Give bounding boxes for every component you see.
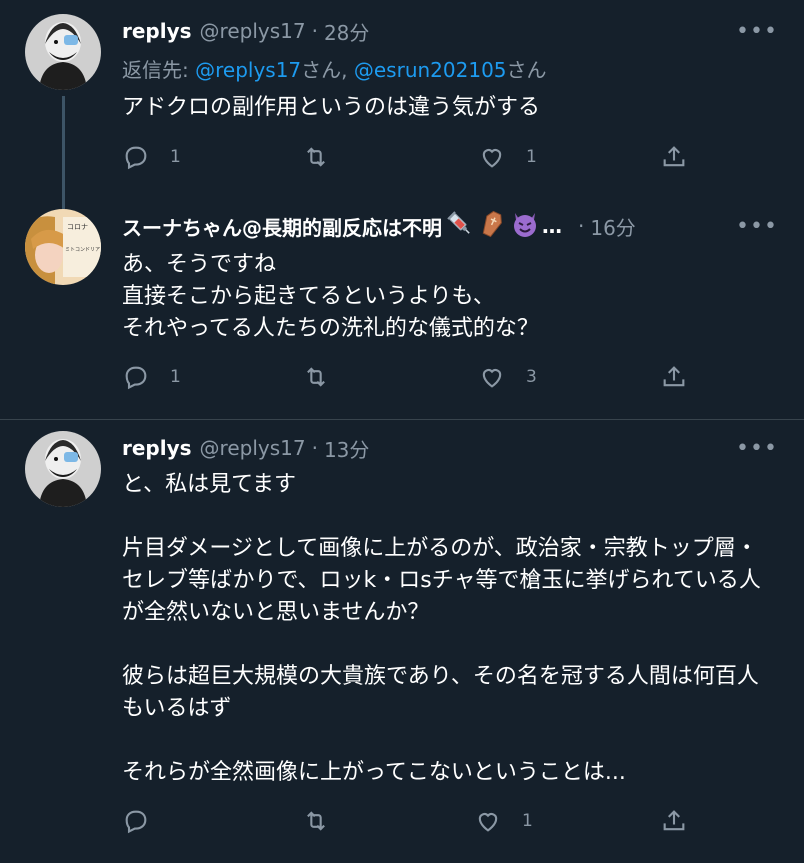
honorific: さん, [301,58,354,82]
display-name[interactable]: スーナちゃん@長期的副反応は不明 [122,212,442,241]
avatar-suna[interactable]: コロナ ミトコンドリア [25,209,101,285]
tweet-text: と、私は見てます 片目ダメージとして画像に上がるのが、政治家・宗教トップ層・セレ… [122,472,761,785]
like-icon [482,369,502,388]
share-button[interactable] [660,141,688,173]
reply-icon [125,366,147,390]
avatar-replys[interactable] [25,14,101,90]
share-icon [663,366,685,387]
like-button[interactable]: 1 [478,141,537,173]
avatar-caption: ミトコンドリア [65,247,100,253]
tweet-3[interactable]: replys @replys17 · 13分 ••• と、私は見てます 片目ダメ… [0,420,804,863]
syringe-icon [446,210,474,242]
retweet-icon [307,367,325,387]
like-count: 1 [526,147,537,167]
timestamp[interactable]: 16分 [590,212,635,241]
tweet-2[interactable]: コロナ ミトコンドリア スーナちゃん@長期的副反応は不明 … · 16分 •••… [0,195,804,420]
reply-to-line: 返信先: @replys17さん, @esrun202105さん [122,54,547,83]
share-button[interactable] [660,805,688,837]
tweet-header: replys @replys17 · 28分 [122,16,369,46]
devil-icon [510,209,540,243]
like-button[interactable]: 1 [474,805,533,837]
retweet-button[interactable] [302,141,350,173]
display-name[interactable]: replys [122,436,192,460]
tweet-actions: 1 1 [122,141,702,173]
tweet-text: アドクロの副作用というのは違う気がする [122,95,541,120]
separator-dot: · [578,214,585,238]
reply-count: 1 [170,367,181,387]
separator-dot: · [311,19,318,43]
user-handle[interactable]: @replys17 [200,19,306,43]
separator-dot: · [311,436,318,460]
name-ellipsis: … [542,214,562,238]
reply-button[interactable]: 1 [122,361,181,393]
tweet-text: あ、そうですね 直接そこから起きてるというよりも、 それやってる人たちの洗礼的な… [122,252,539,341]
thread-line [62,195,65,209]
avatar-replys[interactable] [25,431,101,507]
retweet-button[interactable] [302,361,350,393]
timestamp[interactable]: 28分 [324,17,369,46]
like-count: 1 [522,811,533,831]
tweet-actions: 1 3 [122,361,702,393]
retweet-button[interactable] [302,805,350,837]
more-icon[interactable]: ••• [736,433,777,463]
share-button[interactable] [660,361,688,393]
like-count: 3 [526,367,537,387]
like-icon [478,813,498,832]
more-icon[interactable]: ••• [736,16,777,46]
retweet-icon [307,147,325,167]
share-icon [663,810,685,831]
reply-to-label: 返信先: [122,58,196,82]
tweet-header: スーナちゃん@長期的副反応は不明 … · 16分 [122,209,636,243]
more-icon[interactable]: ••• [736,211,777,241]
share-icon [663,146,685,167]
reply-button[interactable]: 1 [122,141,181,173]
tweet-actions: 1 [122,805,702,837]
like-icon [482,149,502,168]
tweet-header: replys @replys17 · 13分 [122,433,369,463]
reply-button[interactable] [122,805,170,837]
timestamp[interactable]: 13分 [324,434,369,463]
mention-link[interactable]: @replys17 [195,58,301,82]
reply-count: 1 [170,147,181,167]
tweet-1[interactable]: replys @replys17 · 28分 ••• 返信先: @replys1… [0,0,804,198]
coffin-icon [478,210,506,242]
thread-line [62,96,65,198]
like-button[interactable]: 3 [478,361,537,393]
user-handle[interactable]: @replys17 [200,436,306,460]
retweet-icon [307,811,325,831]
reply-icon [125,810,147,834]
display-name[interactable]: replys [122,19,192,43]
honorific: さん [506,58,547,82]
avatar-caption: コロナ [67,223,88,231]
mention-link[interactable]: @esrun202105 [354,58,507,82]
reply-icon [125,146,147,170]
